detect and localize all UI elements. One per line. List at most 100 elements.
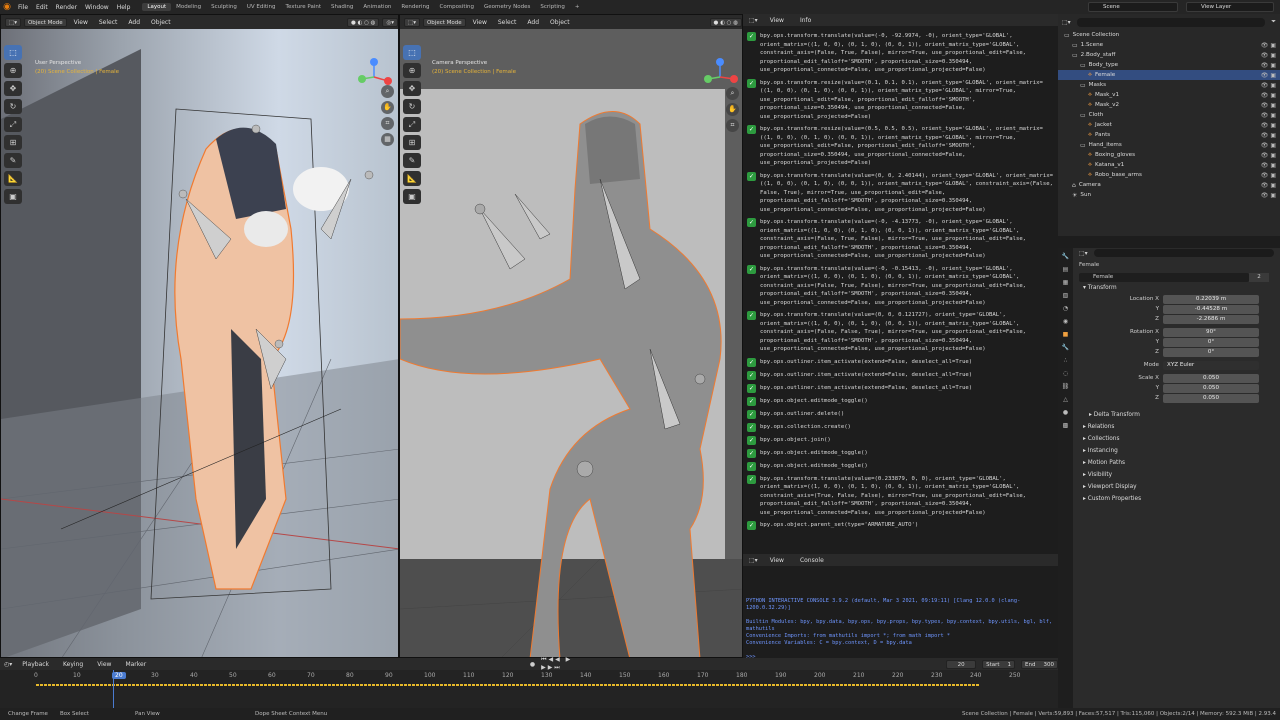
select-tool-icon[interactable]: ⬚ — [403, 45, 421, 60]
object-name-field[interactable]: Female — [1079, 272, 1249, 282]
tab-rendering[interactable]: Rendering — [396, 3, 434, 11]
menu-add[interactable]: Add — [124, 19, 144, 26]
outliner-item[interactable]: ▭ 2.Body_staff 👁 ▣ — [1058, 50, 1280, 60]
pan-hand-icon[interactable]: ✋ — [381, 101, 394, 114]
log-entry[interactable]: ✓ bpy.ops.object.join() — [743, 434, 1058, 447]
world-tab-icon[interactable]: ◉ — [1061, 317, 1071, 326]
camera-view-icon[interactable]: ⌗ — [726, 119, 739, 132]
menu-view[interactable]: View — [70, 19, 92, 26]
measure-tool-icon[interactable]: 📐 — [403, 171, 421, 186]
visibility-toggle-icon[interactable]: 👁 ▣ — [1261, 172, 1276, 179]
log-entry[interactable]: ✓ bpy.ops.outliner.delete() — [743, 408, 1058, 421]
outliner-item[interactable]: ⟡ Mask_v2 👁 ▣ — [1058, 100, 1280, 110]
viewport-user[interactable]: ⬚▾ Object Mode View Select Add Object ● … — [0, 14, 399, 658]
move-tool-icon[interactable]: ✥ — [4, 81, 22, 96]
select-tool-icon[interactable]: ⬚ — [4, 45, 22, 60]
editor-type-button[interactable]: ◴▾ — [4, 661, 12, 668]
motion-paths-section[interactable]: ▸ Motion Paths — [1073, 457, 1280, 469]
props-search-input[interactable] — [1093, 249, 1274, 257]
outliner-item[interactable]: ▭ Masks 👁 ▣ — [1058, 80, 1280, 90]
outliner-item[interactable]: ⟡ Boxing_gloves 👁 ▣ — [1058, 150, 1280, 160]
perspective-toggle-icon[interactable]: ▦ — [381, 133, 394, 146]
transform-tool-icon[interactable]: ⊞ — [403, 135, 421, 150]
tab-shading[interactable]: Shading — [326, 3, 358, 11]
menu-add[interactable]: Add — [523, 19, 543, 26]
location-x-field[interactable]: 0.22039 m — [1163, 294, 1259, 304]
scale-y-field[interactable]: 0.050 — [1163, 383, 1259, 393]
material-tab-icon[interactable]: ● — [1061, 408, 1071, 417]
tab-texture-paint[interactable]: Texture Paint — [281, 3, 327, 11]
log-entry[interactable]: ✓ bpy.ops.transform.translate(value=(-0, … — [743, 30, 1058, 77]
menu-edit[interactable]: Edit — [32, 4, 52, 11]
menu-select[interactable]: Select — [95, 19, 122, 26]
menu-marker[interactable]: Marker — [121, 661, 150, 668]
visibility-toggle-icon[interactable]: 👁 ▣ — [1261, 102, 1276, 109]
visibility-toggle-icon[interactable]: 👁 ▣ — [1261, 52, 1276, 59]
rotation-x-field[interactable]: 90° — [1163, 327, 1259, 337]
log-entry[interactable]: ✓ bpy.ops.object.editmode_toggle() — [743, 447, 1058, 460]
delta-transform-section[interactable]: ▸ Delta Transform — [1073, 409, 1280, 421]
scene-tab-icon[interactable]: ◔ — [1061, 304, 1071, 313]
visibility-toggle-icon[interactable]: 👁 ▣ — [1261, 182, 1276, 189]
render-tab-icon[interactable]: ▤ — [1061, 265, 1071, 274]
timeline[interactable]: ◴▾ Playback Keying View Marker ● ⏮◀◀ ▶ ▶… — [0, 656, 1058, 708]
scale-tool-icon[interactable]: ⤢ — [4, 117, 22, 132]
visibility-toggle-icon[interactable]: 👁 ▣ — [1261, 142, 1276, 149]
visibility-toggle-icon[interactable]: 👁 ▣ — [1261, 162, 1276, 169]
menu-help[interactable]: Help — [113, 4, 135, 11]
relations-section[interactable]: ▸ Relations — [1073, 421, 1280, 433]
menu-render[interactable]: Render — [52, 4, 81, 11]
outliner-item[interactable]: ⟡ Pants 👁 ▣ — [1058, 130, 1280, 140]
menu-view[interactable]: View — [93, 661, 115, 668]
rotation-z-field[interactable]: 0° — [1163, 347, 1259, 357]
menu-info[interactable]: Info — [796, 17, 815, 24]
visibility-toggle-icon[interactable]: 👁 ▣ — [1261, 122, 1276, 129]
outliner-item[interactable]: ⟡ Jacket 👁 ▣ — [1058, 120, 1280, 130]
outliner-item[interactable]: ☀ Sun 👁 ▣ — [1058, 190, 1280, 200]
visibility-section[interactable]: ▸ Visibility — [1073, 469, 1280, 481]
mode-select[interactable]: Object Mode — [23, 17, 67, 27]
visibility-toggle-icon[interactable]: 👁 ▣ — [1261, 112, 1276, 119]
menu-view[interactable]: View — [469, 19, 491, 26]
visibility-toggle-icon[interactable]: 👁 ▣ — [1261, 152, 1276, 159]
log-entry[interactable]: ✓ bpy.ops.transform.translate(value=(-0, … — [743, 216, 1058, 263]
menu-object[interactable]: Object — [147, 19, 175, 26]
shading-solid-button[interactable]: ● ◐ ○ ◍ — [346, 17, 380, 27]
editor-type-button[interactable]: ⬚▾ — [1062, 19, 1071, 26]
filter-icon[interactable]: ⏷ — [1271, 18, 1276, 26]
outliner-item[interactable]: ⌂ Camera 👁 ▣ — [1058, 180, 1280, 190]
visibility-toggle-icon[interactable]: 👁 ▣ — [1261, 62, 1276, 69]
annotate-tool-icon[interactable]: ✎ — [403, 153, 421, 168]
tab-sculpting[interactable]: Sculpting — [206, 3, 242, 11]
outliner-search-input[interactable] — [1076, 17, 1266, 27]
camera-view-icon[interactable]: ⌗ — [381, 117, 394, 130]
props-pin-icon[interactable]: ⬚▾ — [1079, 250, 1088, 257]
editor-type-button[interactable]: ⬚▾ — [749, 17, 758, 24]
modifier-tab-icon[interactable]: 🔧 — [1061, 343, 1071, 352]
start-frame-field[interactable]: Start 1 — [982, 659, 1016, 669]
view-layer-tab-icon[interactable]: ▧ — [1061, 291, 1071, 300]
texture-tab-icon[interactable]: ▩ — [1061, 421, 1071, 430]
output-tab-icon[interactable]: ▦ — [1061, 278, 1071, 287]
current-frame-field[interactable]: 20 — [946, 659, 977, 669]
visibility-toggle-icon[interactable]: 👁 ▣ — [1261, 82, 1276, 89]
measure-tool-icon[interactable]: 📐 — [4, 171, 22, 186]
log-entry[interactable]: ✓ bpy.ops.transform.translate(value=(0, 0… — [743, 170, 1058, 217]
info-log[interactable]: ✓ bpy.ops.transform.translate(value=(-0, … — [743, 30, 1058, 552]
add-cube-tool-icon[interactable]: ▣ — [4, 189, 22, 204]
menu-view[interactable]: View — [766, 557, 788, 564]
navigation-gizmo[interactable] — [354, 57, 394, 97]
outliner-item[interactable]: ⟡ Female 👁 ▣ — [1058, 70, 1280, 80]
data-tab-icon[interactable]: △ — [1061, 395, 1071, 404]
menu-select[interactable]: Select — [494, 19, 521, 26]
viewport-display-section[interactable]: ▸ Viewport Display — [1073, 481, 1280, 493]
navigation-gizmo[interactable] — [700, 57, 740, 97]
cursor-tool-icon[interactable]: ⊕ — [403, 63, 421, 78]
python-console[interactable]: PYTHON INTERACTIVE CONSOLE 3.9.2 (defaul… — [743, 566, 1058, 660]
outliner-item[interactable]: ▭ Cloth 👁 ▣ — [1058, 110, 1280, 120]
tab-animation[interactable]: Animation — [358, 3, 396, 11]
outliner-item[interactable]: ▭ Body_type 👁 ▣ — [1058, 60, 1280, 70]
log-entry[interactable]: ✓ bpy.ops.transform.resize(value=(0.1, 0.… — [743, 77, 1058, 124]
outliner-item[interactable]: ⟡ Mask_v1 👁 ▣ — [1058, 90, 1280, 100]
particles-tab-icon[interactable]: ∴ — [1061, 356, 1071, 365]
